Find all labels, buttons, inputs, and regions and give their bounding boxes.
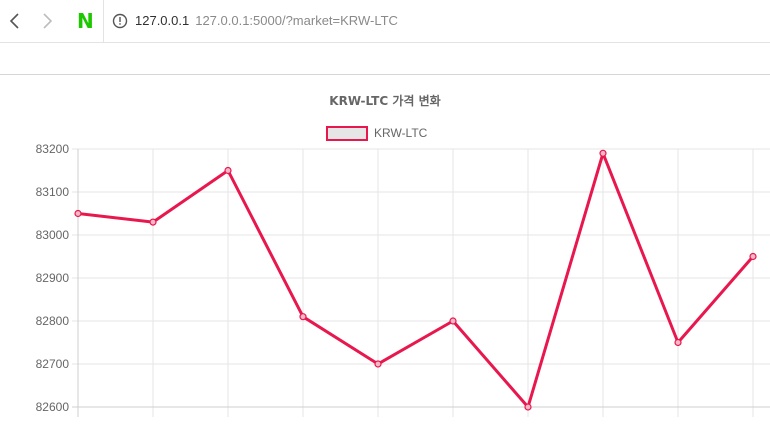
- data-point: [149, 218, 157, 226]
- data-point: [524, 403, 532, 411]
- data-point: [449, 317, 457, 325]
- data-point: [749, 252, 757, 261]
- data-point: [374, 360, 382, 368]
- data-point: [224, 166, 232, 175]
- data-point: [74, 209, 82, 218]
- y-tick-label: 82700: [36, 357, 70, 371]
- y-tick-label: 83100: [36, 185, 70, 199]
- line-chart: 83200 83100 83000 82900 82800 82700 82600: [36, 142, 770, 417]
- data-point: [599, 149, 607, 157]
- y-tick-label: 83000: [36, 228, 70, 242]
- y-tick-label: 82800: [36, 314, 70, 328]
- series-line: [77, 151, 755, 409]
- y-tick-label: 82600: [36, 400, 70, 414]
- y-tick-label: 82900: [36, 271, 70, 285]
- data-point: [674, 338, 682, 347]
- data-point: [299, 313, 307, 321]
- y-tick-label: 83200: [36, 142, 70, 156]
